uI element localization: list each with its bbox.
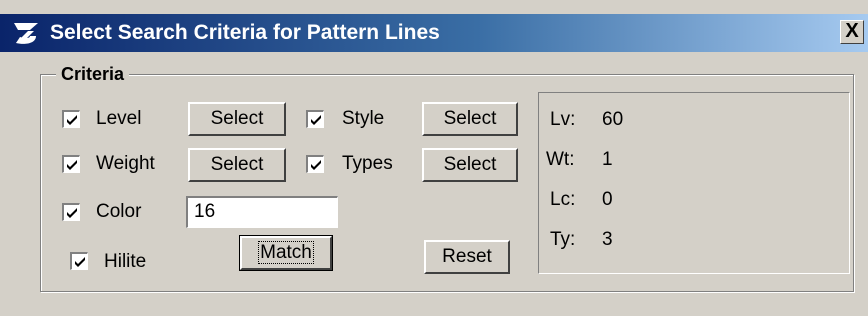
reset-button[interactable]: Reset bbox=[424, 240, 510, 274]
info-value-level: 60 bbox=[602, 109, 624, 130]
color-input[interactable]: 16 bbox=[186, 196, 338, 228]
types-checkbox[interactable] bbox=[306, 155, 324, 173]
close-button[interactable]: X bbox=[840, 20, 864, 44]
weight-label: Weight bbox=[96, 153, 155, 174]
info-key-level: Lv: bbox=[550, 109, 576, 130]
info-key-line-code: Lc: bbox=[550, 189, 576, 210]
style-label: Style bbox=[342, 108, 385, 129]
style-select-button[interactable]: Select bbox=[422, 102, 518, 136]
hilite-checkbox[interactable] bbox=[70, 252, 88, 270]
checkmark-icon bbox=[75, 257, 85, 267]
level-select-button[interactable]: Select bbox=[188, 102, 286, 136]
checkmark-icon bbox=[67, 208, 77, 218]
checkmark-icon bbox=[311, 160, 321, 170]
info-value-weight: 1 bbox=[602, 149, 613, 170]
microstation-logo-icon bbox=[14, 23, 38, 44]
level-label: Level bbox=[96, 108, 142, 129]
checkmark-icon bbox=[67, 160, 77, 170]
window-title: Select Search Criteria for Pattern Lines bbox=[50, 21, 440, 44]
info-value-type: 3 bbox=[602, 229, 613, 250]
weight-select-button[interactable]: Select bbox=[188, 148, 286, 182]
checkmark-icon bbox=[67, 115, 77, 125]
level-checkbox[interactable] bbox=[62, 110, 80, 128]
hilite-label: Hilite bbox=[104, 251, 147, 272]
color-checkbox[interactable] bbox=[62, 203, 80, 221]
info-key-type: Ty: bbox=[550, 229, 576, 250]
style-checkbox[interactable] bbox=[306, 110, 324, 128]
types-select-button[interactable]: Select bbox=[422, 148, 518, 182]
info-value-line-code: 0 bbox=[602, 189, 613, 210]
info-panel bbox=[538, 92, 850, 274]
types-label: Types bbox=[342, 153, 393, 174]
color-label: Color bbox=[96, 201, 142, 222]
title-bar[interactable]: Select Search Criteria for Pattern Lines… bbox=[0, 14, 868, 52]
weight-checkbox[interactable] bbox=[62, 155, 80, 173]
info-key-weight: Wt: bbox=[546, 149, 575, 170]
checkmark-icon bbox=[311, 115, 321, 125]
match-button-label: Match bbox=[258, 241, 314, 264]
match-button[interactable]: Match bbox=[239, 235, 333, 271]
criteria-group-label: Criteria bbox=[56, 62, 130, 86]
